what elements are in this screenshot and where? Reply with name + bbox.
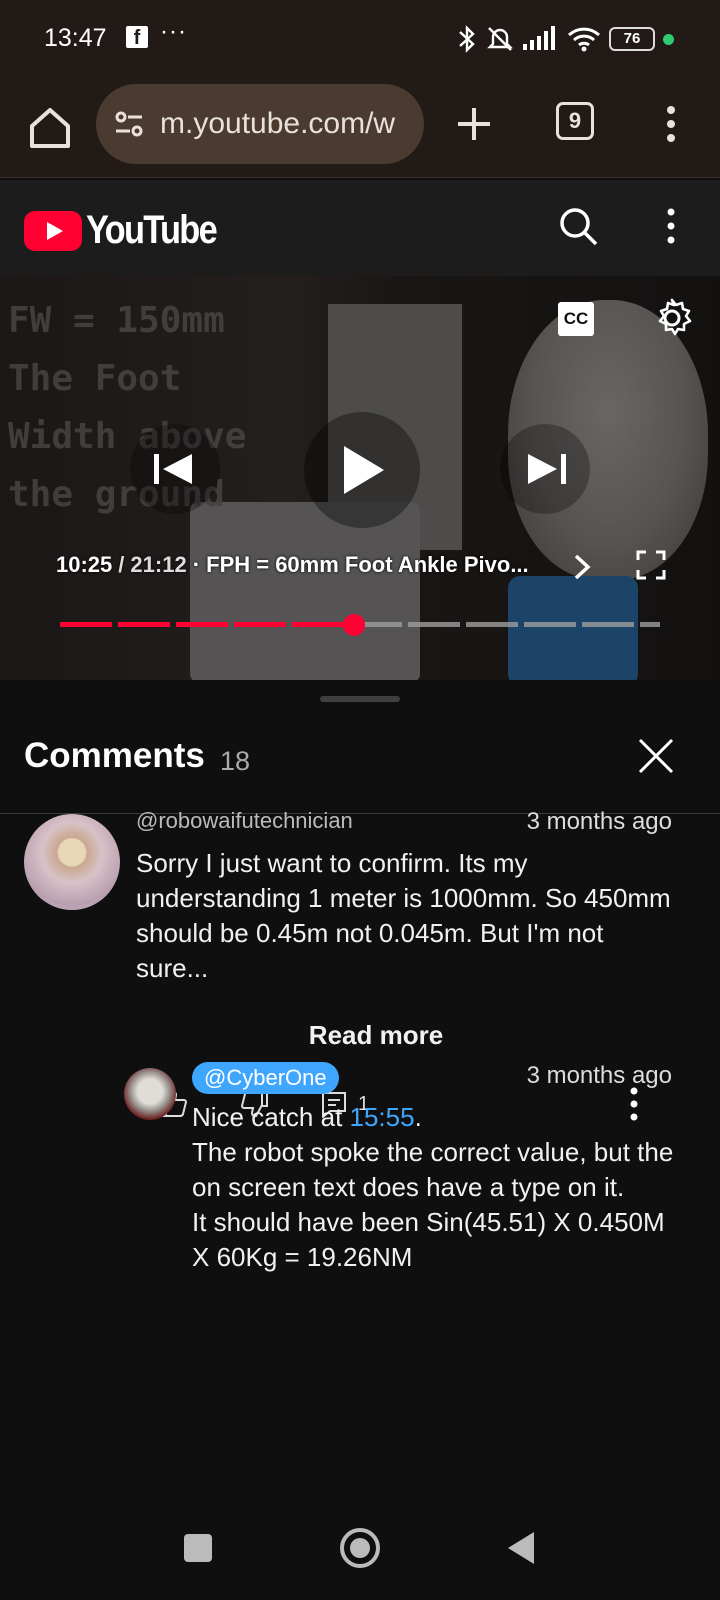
comment-text: Sorry I just want to confirm. Its my und… [136,848,671,983]
system-nav-bar [0,1522,720,1600]
browser-menu-button[interactable] [656,102,686,146]
progress-scrubber[interactable] [343,614,365,636]
signal-icon [523,26,555,50]
reply-line: The robot spoke the correct value, but t… [192,1137,674,1202]
reply-text-before: Nice catch at [192,1102,350,1132]
reply-time: 3 months ago [526,1062,672,1089]
recent-apps-button[interactable] [184,1534,212,1562]
comments-title: Comments [24,736,205,775]
browser-toolbar: m.youtube.com/w 9 [0,80,720,178]
time-separator: / [118,552,125,577]
skip-next-icon [528,454,566,484]
previous-video-button[interactable] [130,424,220,514]
url-text[interactable]: m.youtube.com/w [160,107,395,141]
reply-author-badge[interactable]: @CyberOne [192,1062,339,1094]
play-icon [344,446,384,494]
status-icons: 76 [457,22,674,56]
back-button[interactable] [508,1532,534,1564]
comment-time: 3 months ago [526,808,672,835]
close-icon[interactable] [636,736,676,776]
site-settings-icon[interactable] [112,107,146,141]
comments-panel: Comments 18 @robowaifutechnician 3 month… [0,680,720,1522]
progress-bar[interactable] [60,614,660,636]
status-bar: 13:47 f ··· 76 [0,0,720,80]
comments-header: Comments 18 [0,710,720,814]
current-time: 10:25 [56,552,113,577]
skip-previous-icon [154,454,192,484]
address-bar[interactable]: m.youtube.com/w [96,84,424,164]
avatar[interactable] [124,1068,176,1120]
more-notifications-icon: ··· [160,18,187,45]
play-button[interactable] [304,412,420,528]
new-tab-button[interactable] [452,102,496,146]
youtube-play-logo-icon [24,210,82,251]
reply-line: Nice catch at 15:55. [192,1100,682,1135]
chapter-title[interactable]: · FPH = 60mm Foot Ankle Pivo... [193,552,529,578]
next-video-button[interactable] [500,424,590,514]
drag-handle[interactable] [320,696,400,702]
comments-count: 18 [220,746,251,776]
privacy-indicator-dot [663,33,674,45]
status-time: 13:47 [44,24,107,52]
search-icon[interactable] [556,204,600,248]
wifi-icon [567,27,601,52]
youtube-wordmark: YouTube [86,208,218,252]
reply-line: It should have been Sin(45.51) X 0.450M … [192,1207,665,1272]
reply-text: Nice catch at 15:55. The robot spoke the… [192,1100,682,1275]
muted-bell-icon [487,27,513,51]
progress-fill [60,622,354,627]
facebook-notification-icon: f [126,26,148,49]
youtube-menu-button[interactable] [656,204,686,248]
tab-switcher-button[interactable]: 9 [556,102,594,140]
home-nav-button[interactable] [340,1528,380,1568]
captions-button[interactable]: CC [558,302,594,336]
settings-gear-icon[interactable] [650,296,694,340]
duration: 21:12 [130,552,187,577]
fullscreen-icon[interactable] [636,550,666,580]
youtube-logo[interactable]: YouTube [24,208,237,253]
time-display: 10:25 / 21:12 · FPH = 60mm Foot Ankle Pi… [56,552,529,578]
battery-icon: 76 [609,27,655,51]
video-player[interactable]: FW = 150mm The Foot Width above the grou… [0,276,720,680]
chevron-right-icon[interactable] [570,552,594,582]
avatar[interactable] [24,814,120,910]
comment-author[interactable]: @robowaifutechnician [136,808,353,834]
bluetooth-icon [459,25,475,53]
timestamp-link[interactable]: 15:55 [350,1102,415,1132]
youtube-header: YouTube [0,180,720,276]
home-button[interactable] [24,102,76,154]
read-more-button[interactable]: Read more [0,1020,720,1051]
reply-text-after: . [414,1102,422,1132]
